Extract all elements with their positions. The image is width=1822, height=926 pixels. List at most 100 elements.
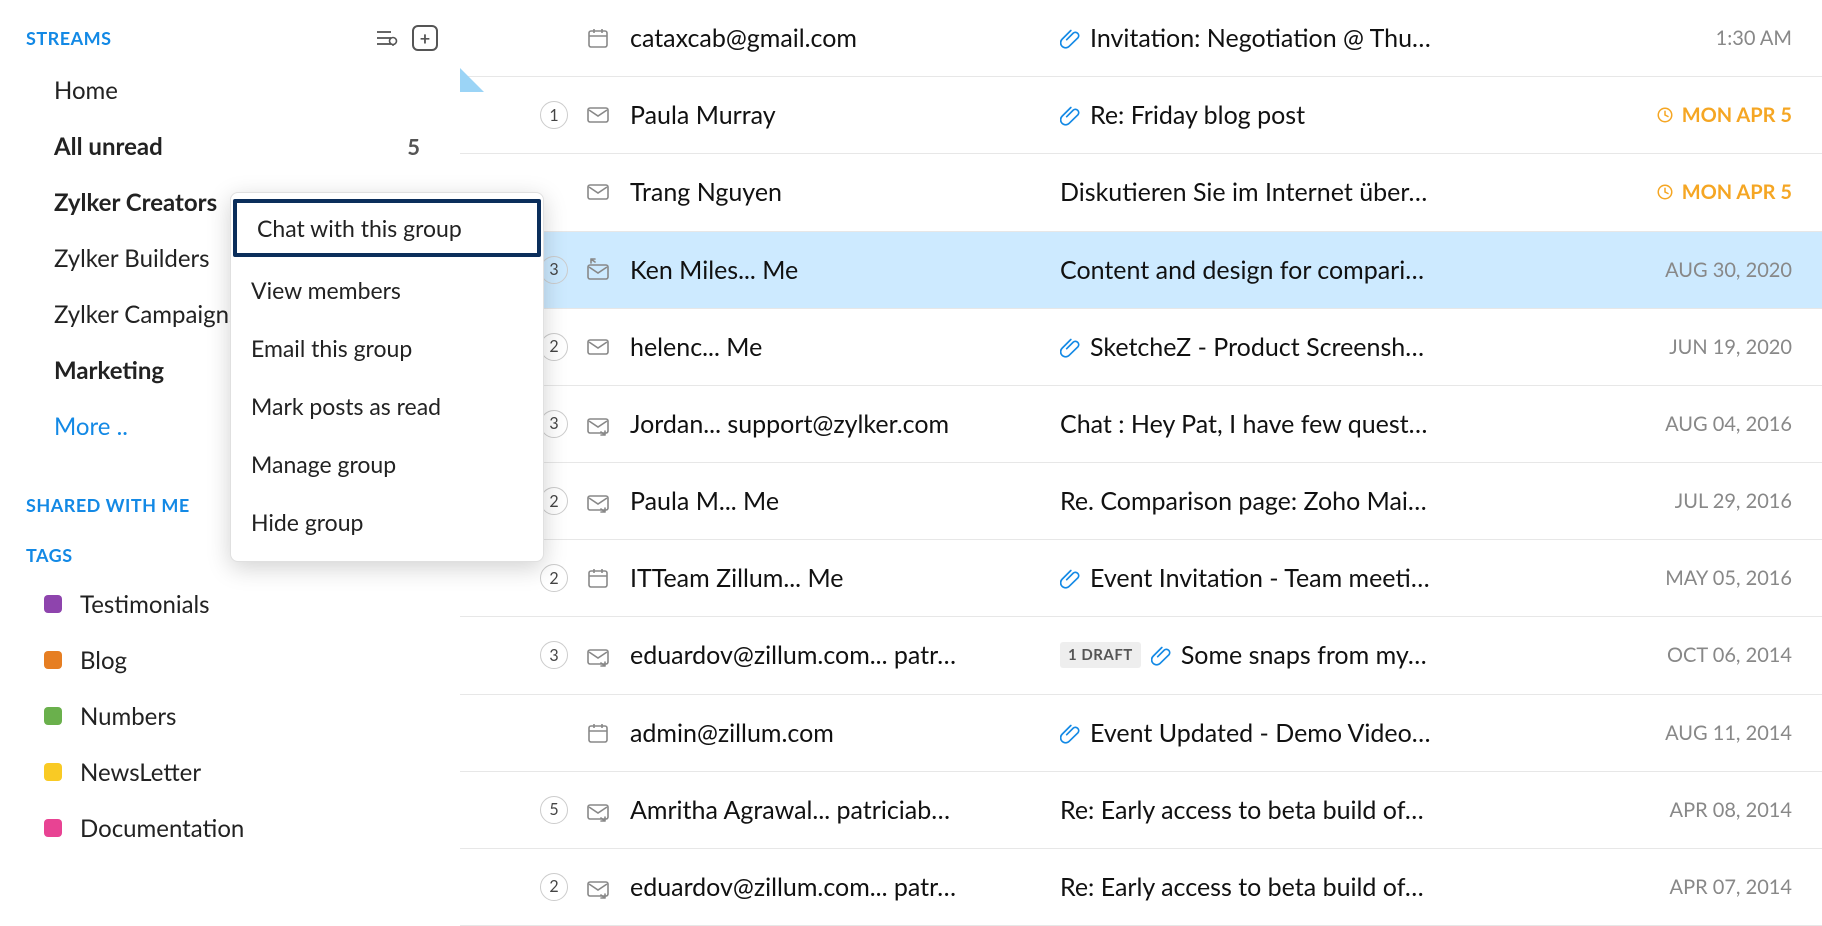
thread-count-badge: 3	[540, 641, 568, 669]
tag-color-swatch	[44, 651, 62, 669]
stream-item-label: More ..	[54, 412, 128, 441]
date-cell: APR 07, 2014	[1622, 875, 1792, 899]
from-cell: ITTeam Zillum... Me	[630, 563, 1060, 593]
date-cell: JUN 19, 2020	[1622, 335, 1792, 359]
mail-row[interactable]: 3eduardov@zillum.com... patr…1 DRAFTSome…	[460, 617, 1822, 694]
tag-item[interactable]: Documentation	[26, 800, 460, 856]
context-menu-item[interactable]: View members	[231, 261, 543, 319]
subject-cell: Content and design for compari…	[1060, 255, 1622, 285]
mail-row[interactable]: 1 Paula MurrayRe: Friday blog postMON APR…	[460, 77, 1822, 154]
from-cell: Amritha Agrawal... patriciab…	[630, 795, 1060, 825]
stream-item-label: Home	[54, 76, 118, 105]
mail-row[interactable]: cataxcab@gmail.comInvitation: Negotiatio…	[460, 0, 1822, 77]
envelope-icon	[584, 335, 612, 359]
from-cell: Ken Miles... Me	[630, 255, 1060, 285]
tag-item[interactable]: NewsLetter	[26, 744, 460, 800]
tag-item[interactable]: Numbers	[26, 688, 460, 744]
subject-text: Some snaps from my…	[1181, 640, 1427, 670]
from-cell: admin@zillum.com	[630, 718, 1060, 748]
mail-row[interactable]: admin@zillum.com Event Updated - Demo Vid…	[460, 695, 1822, 772]
row-leading	[460, 26, 630, 50]
context-menu-item[interactable]: Hide group	[231, 493, 543, 551]
subject-cell: Re. Comparison page: Zoho Mai…	[1060, 486, 1622, 516]
forward-icon	[584, 798, 612, 822]
tag-label: Testimonials	[80, 590, 210, 619]
date-cell: MON APR 5	[1622, 180, 1792, 204]
forward-icon	[584, 412, 612, 436]
stream-settings-icon[interactable]	[372, 24, 400, 52]
subject-cell: Event Invitation - Team meeti…	[1060, 563, 1622, 593]
from-cell: Paula Murray	[630, 100, 1060, 130]
mail-row[interactable]: 3Jordan... support@zylker.comChat : Hey …	[460, 386, 1822, 463]
context-menu-item[interactable]: Email this group	[231, 319, 543, 377]
tags-title: TAGS	[26, 544, 73, 566]
forward-icon	[584, 875, 612, 899]
from-cell: Jordan... support@zylker.com	[630, 409, 1060, 439]
envelope-icon	[584, 103, 612, 127]
from-cell: eduardov@zillum.com... patr…	[630, 640, 1060, 670]
from-cell: helenc... Me	[630, 332, 1060, 362]
streams-header: STREAMS +	[26, 24, 460, 52]
subject-text: Diskutieren Sie im Internet über…	[1060, 177, 1427, 207]
subject-text: Re: Early access to beta build of…	[1060, 872, 1424, 902]
calendar-icon	[584, 721, 612, 745]
thread-count-badge: 1	[540, 101, 568, 129]
tag-item[interactable]: Blog	[26, 632, 460, 688]
mail-row[interactable]: Trang NguyenDiskutieren Sie im Internet …	[460, 154, 1822, 231]
tag-label: Numbers	[80, 702, 176, 731]
tag-color-swatch	[44, 819, 62, 837]
tag-item[interactable]: Testimonials	[26, 576, 460, 632]
row-leading	[460, 721, 630, 745]
date-cell: MON APR 5	[1622, 103, 1792, 127]
attachment-icon	[1060, 104, 1080, 126]
subject-cell: Re: Friday blog post	[1060, 100, 1622, 130]
attachment-icon	[1060, 567, 1080, 589]
date-cell: OCT 06, 2014	[1622, 643, 1792, 667]
tag-color-swatch	[44, 595, 62, 613]
stream-item-label: Zylker Creators	[54, 188, 217, 217]
mail-row[interactable]: 3 Ken Miles... MeContent and design for c…	[460, 232, 1822, 309]
subject-text: Event Updated - Demo Video…	[1090, 718, 1431, 748]
row-leading: 3	[460, 641, 630, 669]
attachment-icon	[1060, 336, 1080, 358]
mail-row[interactable]: 5 Amritha Agrawal... patriciab…Re: Early …	[460, 772, 1822, 849]
date-cell: AUG 30, 2020	[1622, 258, 1792, 282]
stream-item-label: Marketing	[54, 356, 164, 385]
row-leading: 2	[460, 564, 630, 592]
from-cell: cataxcab@gmail.com	[630, 23, 1060, 53]
subject-text: Content and design for compari…	[1060, 255, 1424, 285]
mail-row[interactable]: 2eduardov@zillum.com... patr…Re: Early a…	[460, 849, 1822, 926]
stream-item[interactable]: All unread5	[26, 118, 460, 174]
context-menu-item[interactable]: Chat with this group	[233, 199, 541, 257]
add-stream-button[interactable]: +	[412, 25, 438, 51]
sidebar: STREAMS + Home All unread5 Zylker Creators…	[0, 0, 460, 926]
mail-row[interactable]: 2 ITTeam Zillum... MeEvent Invitation - T…	[460, 540, 1822, 617]
subject-text: Re: Early access to beta build of…	[1060, 795, 1424, 825]
subject-cell: Diskutieren Sie im Internet über…	[1060, 177, 1622, 207]
tag-label: Documentation	[80, 814, 244, 843]
forward-icon	[584, 489, 612, 513]
shared-title: SHARED WITH ME	[26, 494, 190, 516]
calendar-icon	[584, 26, 612, 50]
stream-item-label: All unread	[54, 132, 163, 161]
row-leading: 1	[460, 101, 630, 129]
subject-cell: Chat : Hey Pat, I have few quest…	[1060, 409, 1622, 439]
date-cell: AUG 04, 2016	[1622, 412, 1792, 436]
from-cell: eduardov@zillum.com... patr…	[630, 872, 1060, 902]
envelope-icon	[584, 180, 612, 204]
tag-color-swatch	[44, 707, 62, 725]
reply-icon	[584, 258, 612, 282]
mail-row[interactable]: 2helenc... MeSketcheZ - Product Screensh…	[460, 309, 1822, 386]
thread-count-badge: 2	[540, 564, 568, 592]
context-menu-item[interactable]: Manage group	[231, 435, 543, 493]
mail-row[interactable]: 2Paula M... MeRe. Comparison page: Zoho …	[460, 463, 1822, 540]
thread-count-badge: 5	[540, 796, 568, 824]
context-menu-item[interactable]: Mark posts as read	[231, 377, 543, 435]
stream-item[interactable]: Home	[26, 62, 460, 118]
subject-cell: SketcheZ - Product Screensh…	[1060, 332, 1622, 362]
date-cell: MAY 05, 2016	[1622, 566, 1792, 590]
thread-count-badge: 3	[540, 256, 568, 284]
thread-count-badge: 2	[540, 487, 568, 515]
row-leading: 2	[460, 873, 630, 901]
row-leading: 5	[460, 796, 630, 824]
